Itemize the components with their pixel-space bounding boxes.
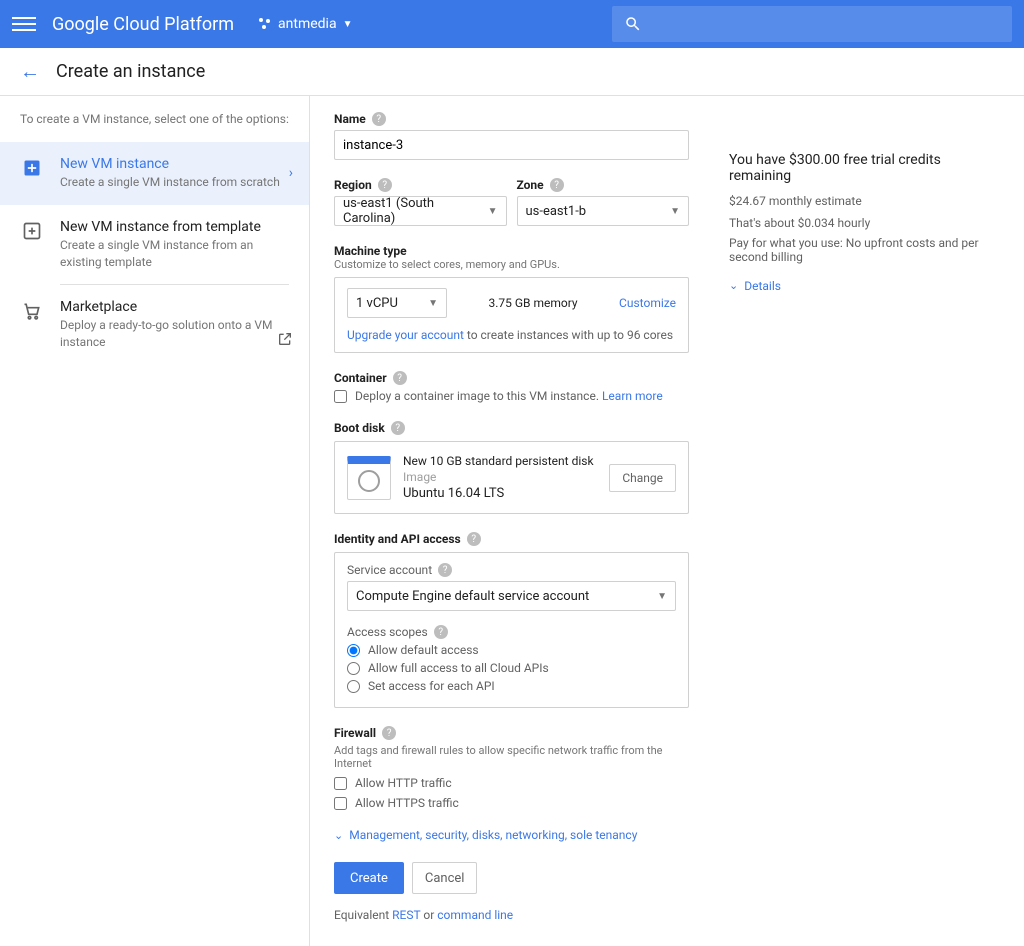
cmd-link[interactable]: command line [437,908,513,922]
change-button[interactable]: Change [609,464,676,492]
firewall-http-row[interactable]: Allow HTTP traffic [334,776,689,790]
credits-text: You have $300.00 free trial credits rema… [729,152,1000,184]
help-icon[interactable]: ? [378,178,392,192]
help-icon[interactable]: ? [391,421,405,435]
create-form: Name? Region? us-east1 (South Carolina)▼… [334,112,689,922]
option-new-vm[interactable]: New VM instance Create a single VM insta… [0,142,309,205]
vcpu-select[interactable]: 1 vCPU▼ [347,288,447,318]
create-button[interactable]: Create [334,862,404,894]
option-new-vm-template[interactable]: New VM instance from template Create a s… [0,205,309,285]
machine-type-box: 1 vCPU▼ 3.75 GB memory Customize Upgrade… [334,277,689,353]
pay-text: Pay for what you use: No upfront costs a… [729,236,1000,264]
help-icon[interactable]: ? [467,532,481,546]
caret-down-icon: ▼ [657,591,667,602]
scope-default[interactable]: Allow default access [347,643,676,657]
chevron-right-icon: › [289,165,293,181]
back-icon[interactable]: ← [20,59,40,84]
cost-panel: You have $300.00 free trial credits rema… [729,112,1000,922]
template-icon [20,219,44,243]
bootdisk-size: New 10 GB standard persistent disk [403,454,597,468]
zone-label: Zone [517,178,544,192]
option-marketplace[interactable]: Marketplace Deploy a ready-to-go solutio… [0,285,309,365]
firewall-label: Firewall [334,726,376,740]
plus-box-icon [20,156,44,180]
project-icon [258,17,272,31]
disk-icon [347,456,391,500]
name-label: Name [334,112,366,126]
help-icon[interactable]: ? [393,371,407,385]
caret-down-icon: ▼ [670,206,680,217]
sidebar-hint: To create a VM instance, select one of t… [0,112,309,142]
region-select[interactable]: us-east1 (South Carolina)▼ [334,196,507,226]
identity-label: Identity and API access [334,532,461,546]
service-account-label: Service account [347,563,432,577]
help-icon[interactable]: ? [438,563,452,577]
cancel-button[interactable]: Cancel [412,862,478,894]
search-icon [624,15,642,33]
caret-down-icon: ▼ [343,19,353,30]
external-link-icon [277,331,293,351]
caret-down-icon: ▼ [428,298,438,309]
service-account-select[interactable]: Compute Engine default service account▼ [347,581,676,611]
identity-box: Service account? Compute Engine default … [334,552,689,708]
estimate-text: $24.67 monthly estimate [729,194,1000,208]
bootdisk-kind: Image [403,470,597,484]
upgrade-link[interactable]: Upgrade your account [347,328,464,342]
option-title: New VM instance from template [60,219,289,235]
help-icon[interactable]: ? [550,178,564,192]
project-name: antmedia [278,16,337,32]
access-scopes-label: Access scopes [347,625,428,639]
rest-link[interactable]: REST [392,908,420,922]
option-title: Marketplace [60,299,289,315]
container-label: Container [334,371,387,385]
bootdisk-label: Boot disk [334,421,385,435]
firewall-https-row[interactable]: Allow HTTPS traffic [334,796,689,810]
page-title: Create an instance [56,61,205,82]
machine-type-label: Machine type [334,244,689,258]
firewall-http-checkbox[interactable] [334,777,347,790]
option-title: New VM instance [60,156,280,172]
hourly-text: That's about $0.034 hourly [729,216,1000,230]
customize-link[interactable]: Customize [619,296,676,310]
marketplace-icon [20,299,44,323]
expand-management[interactable]: ⌄ Management, security, disks, networkin… [334,828,689,842]
equivalent-text: Equivalent REST or command line [334,908,689,922]
caret-down-icon: ▼ [488,206,498,217]
project-selector[interactable]: antmedia ▼ [258,16,352,32]
gcp-title: Google Cloud Platform [52,14,234,35]
scope-full[interactable]: Allow full access to all Cloud APIs [347,661,676,675]
help-icon[interactable]: ? [434,625,448,639]
learn-more-link[interactable]: Learn more [602,389,663,403]
details-link[interactable]: ⌄ Details [729,279,781,293]
scope-each[interactable]: Set access for each API [347,679,676,693]
top-bar: Google Cloud Platform antmedia ▼ [0,0,1024,48]
bootdisk-image: Ubuntu 16.04 LTS [403,486,597,501]
zone-select[interactable]: us-east1-b▼ [517,196,690,226]
option-desc: Create a single VM instance from scratch [60,174,280,191]
sub-bar: ← Create an instance [0,48,1024,96]
left-sidebar: To create a VM instance, select one of t… [0,96,310,946]
help-icon[interactable]: ? [382,726,396,740]
container-checkbox-row[interactable]: Deploy a container image to this VM inst… [334,389,689,403]
option-desc: Create a single VM instance from an exis… [60,237,289,271]
machine-type-hint: Customize to select cores, memory and GP… [334,258,689,271]
bootdisk-box: New 10 GB standard persistent disk Image… [334,441,689,514]
region-label: Region [334,178,372,192]
name-input[interactable] [334,130,689,160]
search-input[interactable] [612,6,1012,42]
firewall-https-checkbox[interactable] [334,797,347,810]
chevron-down-icon: ⌄ [334,829,343,842]
upgrade-text: Upgrade your account to create instances… [347,328,676,342]
menu-icon[interactable] [12,12,36,36]
chevron-down-icon: ⌄ [729,279,738,292]
memory-text: 3.75 GB memory [488,296,577,310]
container-checkbox[interactable] [334,390,347,403]
help-icon[interactable]: ? [372,112,386,126]
option-desc: Deploy a ready-to-go solution onto a VM … [60,317,289,351]
